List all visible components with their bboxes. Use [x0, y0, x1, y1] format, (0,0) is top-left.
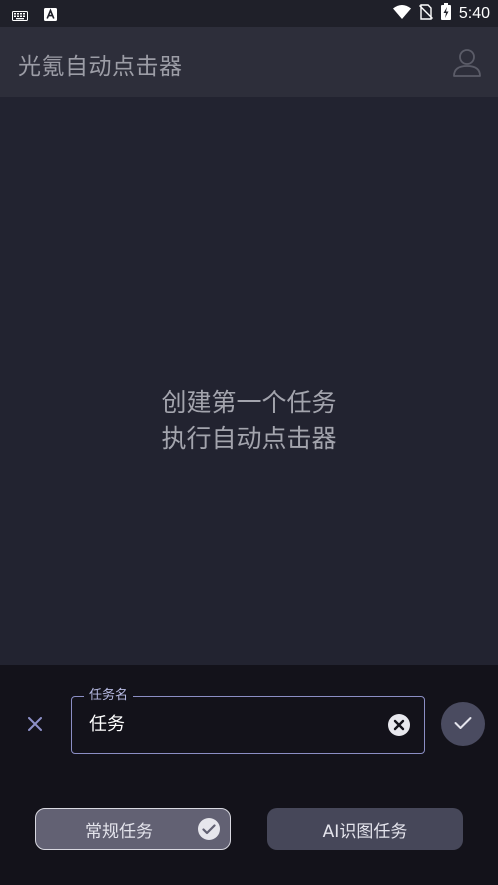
keyboard-icon — [12, 6, 28, 25]
task-name-field[interactable]: 任务名 — [71, 687, 425, 754]
app-bar: 光氪自动点击器 — [0, 27, 498, 97]
close-icon[interactable] — [22, 711, 48, 737]
empty-state-message: 创建第一个任务 执行自动点击器 — [0, 385, 498, 457]
check-icon — [454, 715, 472, 734]
new-task-sheet: 任务名 常规任务 AI识图任务 — [0, 665, 498, 885]
normal-task-label: 常规任务 — [85, 821, 153, 842]
normal-task-button[interactable]: 常规任务 — [35, 808, 231, 850]
battery-charging-icon — [440, 3, 451, 24]
confirm-button[interactable] — [441, 702, 485, 746]
no-sim-icon — [418, 3, 433, 24]
selected-check-icon — [198, 818, 220, 840]
task-name-label: 任务名 — [84, 687, 134, 705]
empty-state-line2: 执行自动点击器 — [161, 424, 337, 453]
user-icon[interactable] — [450, 45, 484, 79]
ai-image-task-button[interactable]: AI识图任务 — [267, 808, 463, 850]
task-name-input[interactable] — [89, 714, 369, 736]
empty-state-line1: 创建第一个任务 — [161, 388, 337, 417]
ai-image-task-label: AI识图任务 — [322, 821, 408, 842]
text-a-icon — [44, 6, 57, 25]
clear-circle-icon[interactable] — [388, 714, 410, 736]
status-time: 5:40 — [458, 5, 490, 22]
wifi-icon — [392, 4, 411, 23]
status-bar: 5:40 — [0, 0, 498, 27]
app-title: 光氪自动点击器 — [18, 54, 183, 80]
